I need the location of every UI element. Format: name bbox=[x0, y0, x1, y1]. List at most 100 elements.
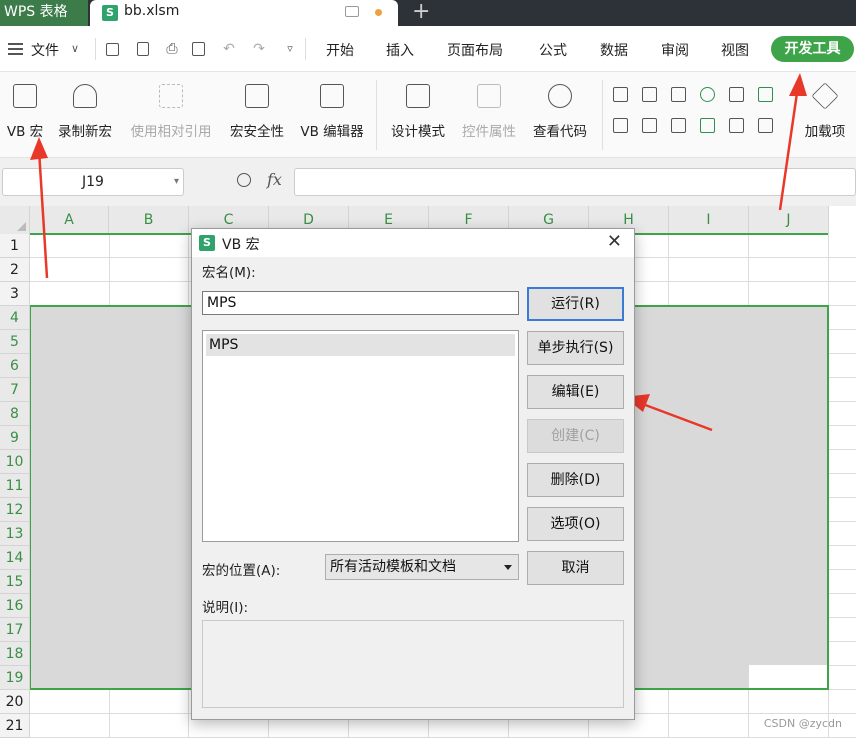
redo-icon[interactable]: ↷ bbox=[251, 41, 267, 57]
image-control-icon[interactable] bbox=[729, 118, 744, 133]
row-header-13[interactable]: 13 bbox=[0, 522, 30, 546]
addins-label: 加载项 bbox=[804, 124, 846, 140]
description-box bbox=[202, 620, 624, 708]
row-header-7[interactable]: 7 bbox=[0, 378, 30, 402]
macro-list[interactable]: MPS bbox=[202, 330, 519, 542]
chevron-down-icon[interactable]: ∨ bbox=[67, 41, 83, 57]
tab-developer-tools[interactable]: 开发工具 bbox=[771, 36, 854, 62]
file-tab[interactable]: S bb.xlsm bbox=[90, 0, 398, 26]
macro-security-label: 宏安全性 bbox=[230, 124, 284, 140]
control-properties-label: 控件属性 bbox=[462, 124, 516, 140]
row-header-15[interactable]: 15 bbox=[0, 570, 30, 594]
cancel-button[interactable]: 取消 bbox=[527, 551, 624, 585]
tab-insert[interactable]: 插入 bbox=[386, 40, 414, 60]
row-header-17[interactable]: 17 bbox=[0, 618, 30, 642]
export-icon[interactable] bbox=[137, 42, 149, 56]
vb-editor-button[interactable]: VB 编辑器 bbox=[294, 72, 370, 158]
column-header-b[interactable]: B bbox=[109, 206, 189, 234]
column-header-a[interactable]: A bbox=[30, 206, 109, 234]
textbox-control-icon[interactable] bbox=[642, 87, 657, 102]
more-controls-icon[interactable] bbox=[758, 118, 773, 133]
macro-name-input[interactable]: MPS bbox=[202, 291, 519, 315]
options-button[interactable]: 选项(O) bbox=[527, 507, 624, 541]
menu-icon[interactable] bbox=[8, 43, 23, 55]
tab-formulas[interactable]: 公式 bbox=[539, 40, 567, 60]
toggle-button-control-icon[interactable] bbox=[613, 118, 628, 133]
print-preview-icon[interactable] bbox=[192, 42, 205, 56]
addins-button[interactable]: 加载项 bbox=[796, 72, 854, 158]
vb-macro-button[interactable]: VB 宏 bbox=[0, 72, 50, 158]
row-header-16[interactable]: 16 bbox=[0, 594, 30, 618]
view-code-button[interactable]: 查看代码 bbox=[526, 72, 594, 158]
spreadsheet-logo-icon: S bbox=[199, 235, 215, 251]
row-header-6[interactable]: 6 bbox=[0, 354, 30, 378]
file-menu[interactable]: 文件 bbox=[31, 40, 59, 60]
app-tab[interactable]: WPS 表格 bbox=[0, 0, 88, 26]
macro-location-select[interactable]: 所有活动模板和文档 bbox=[325, 554, 519, 580]
column-header-i[interactable]: I bbox=[669, 206, 749, 234]
tab-page-layout[interactable]: 页面布局 bbox=[447, 40, 503, 60]
new-tab-plus-icon[interactable]: + bbox=[412, 0, 430, 24]
spin-button-control-icon[interactable] bbox=[642, 118, 657, 133]
wps-window: WPS 表格 S bb.xlsm + 文件 ∨ ⎙ ↶ ↷ ▿ 开始 插入 页面… bbox=[0, 0, 856, 738]
chevron-down-icon[interactable]: ▾ bbox=[174, 169, 179, 195]
control-properties-button[interactable]: 控件属性 bbox=[456, 72, 522, 158]
scrollbar-control-icon[interactable] bbox=[671, 118, 686, 133]
print-icon[interactable]: ⎙ bbox=[164, 41, 180, 57]
record-macro-icon bbox=[73, 84, 97, 108]
row-header-18[interactable]: 18 bbox=[0, 642, 30, 666]
row-header-2[interactable]: 2 bbox=[0, 258, 30, 282]
edit-button[interactable]: 编辑(E) bbox=[527, 375, 624, 409]
row-header-4[interactable]: 4 bbox=[0, 306, 30, 330]
checkbox-control-icon[interactable] bbox=[613, 87, 628, 102]
button-control-icon[interactable] bbox=[671, 87, 686, 102]
select-all-corner[interactable] bbox=[0, 206, 30, 234]
macro-security-icon bbox=[245, 84, 269, 108]
row-header-21[interactable]: 21 bbox=[0, 714, 30, 738]
row-header-8[interactable]: 8 bbox=[0, 402, 30, 426]
row-header-19[interactable]: 19 bbox=[0, 666, 30, 690]
file-name: bb.xlsm bbox=[124, 3, 180, 19]
save-icon[interactable] bbox=[106, 43, 119, 56]
undo-icon[interactable]: ↶ bbox=[221, 41, 237, 57]
list-item[interactable]: MPS bbox=[206, 334, 515, 356]
tab-view[interactable]: 视图 bbox=[721, 40, 749, 60]
row-header-3[interactable]: 3 bbox=[0, 282, 30, 306]
function-icon[interactable]: fx bbox=[267, 170, 282, 189]
row-header-11[interactable]: 11 bbox=[0, 474, 30, 498]
unsaved-dot-icon bbox=[375, 9, 382, 16]
run-button[interactable]: 运行(R) bbox=[527, 287, 624, 321]
row-header-9[interactable]: 9 bbox=[0, 426, 30, 450]
close-icon[interactable]: ✕ bbox=[607, 232, 622, 252]
relative-ref-icon bbox=[159, 84, 183, 108]
row-header-5[interactable]: 5 bbox=[0, 330, 30, 354]
screen-icon[interactable] bbox=[345, 6, 359, 17]
tab-home[interactable]: 开始 bbox=[326, 40, 354, 60]
active-cell-j19[interactable] bbox=[749, 665, 827, 688]
tab-review[interactable]: 审阅 bbox=[661, 40, 689, 60]
tab-data[interactable]: 数据 bbox=[600, 40, 628, 60]
delete-button[interactable]: 删除(D) bbox=[527, 463, 624, 497]
row-header-10[interactable]: 10 bbox=[0, 450, 30, 474]
row-header-14[interactable]: 14 bbox=[0, 546, 30, 570]
listbox-control-icon[interactable] bbox=[729, 87, 744, 102]
design-mode-label: 设计模式 bbox=[391, 124, 445, 140]
relative-reference-button[interactable]: 使用相对引用 bbox=[124, 72, 218, 158]
step-into-button[interactable]: 单步执行(S) bbox=[527, 331, 624, 365]
label-control-icon[interactable] bbox=[700, 118, 715, 133]
option-button-control-icon[interactable] bbox=[700, 87, 715, 102]
row-header-20[interactable]: 20 bbox=[0, 690, 30, 714]
macro-security-button[interactable]: 宏安全性 bbox=[224, 72, 290, 158]
zoom-icon[interactable] bbox=[237, 173, 251, 187]
row-header-1[interactable]: 1 bbox=[0, 234, 30, 258]
design-mode-button[interactable]: 设计模式 bbox=[384, 72, 452, 158]
record-macro-button[interactable]: 录制新宏 bbox=[52, 72, 118, 158]
formula-input[interactable] bbox=[294, 168, 856, 196]
combobox-control-icon[interactable] bbox=[758, 87, 773, 102]
create-button[interactable]: 创建(C) bbox=[527, 419, 624, 453]
macro-location-value: 所有活动模板和文档 bbox=[330, 559, 456, 575]
name-box[interactable]: J19 ▾ bbox=[2, 168, 184, 196]
customize-dropdown-icon[interactable]: ▿ bbox=[282, 41, 298, 57]
column-header-j[interactable]: J bbox=[749, 206, 829, 234]
row-header-12[interactable]: 12 bbox=[0, 498, 30, 522]
